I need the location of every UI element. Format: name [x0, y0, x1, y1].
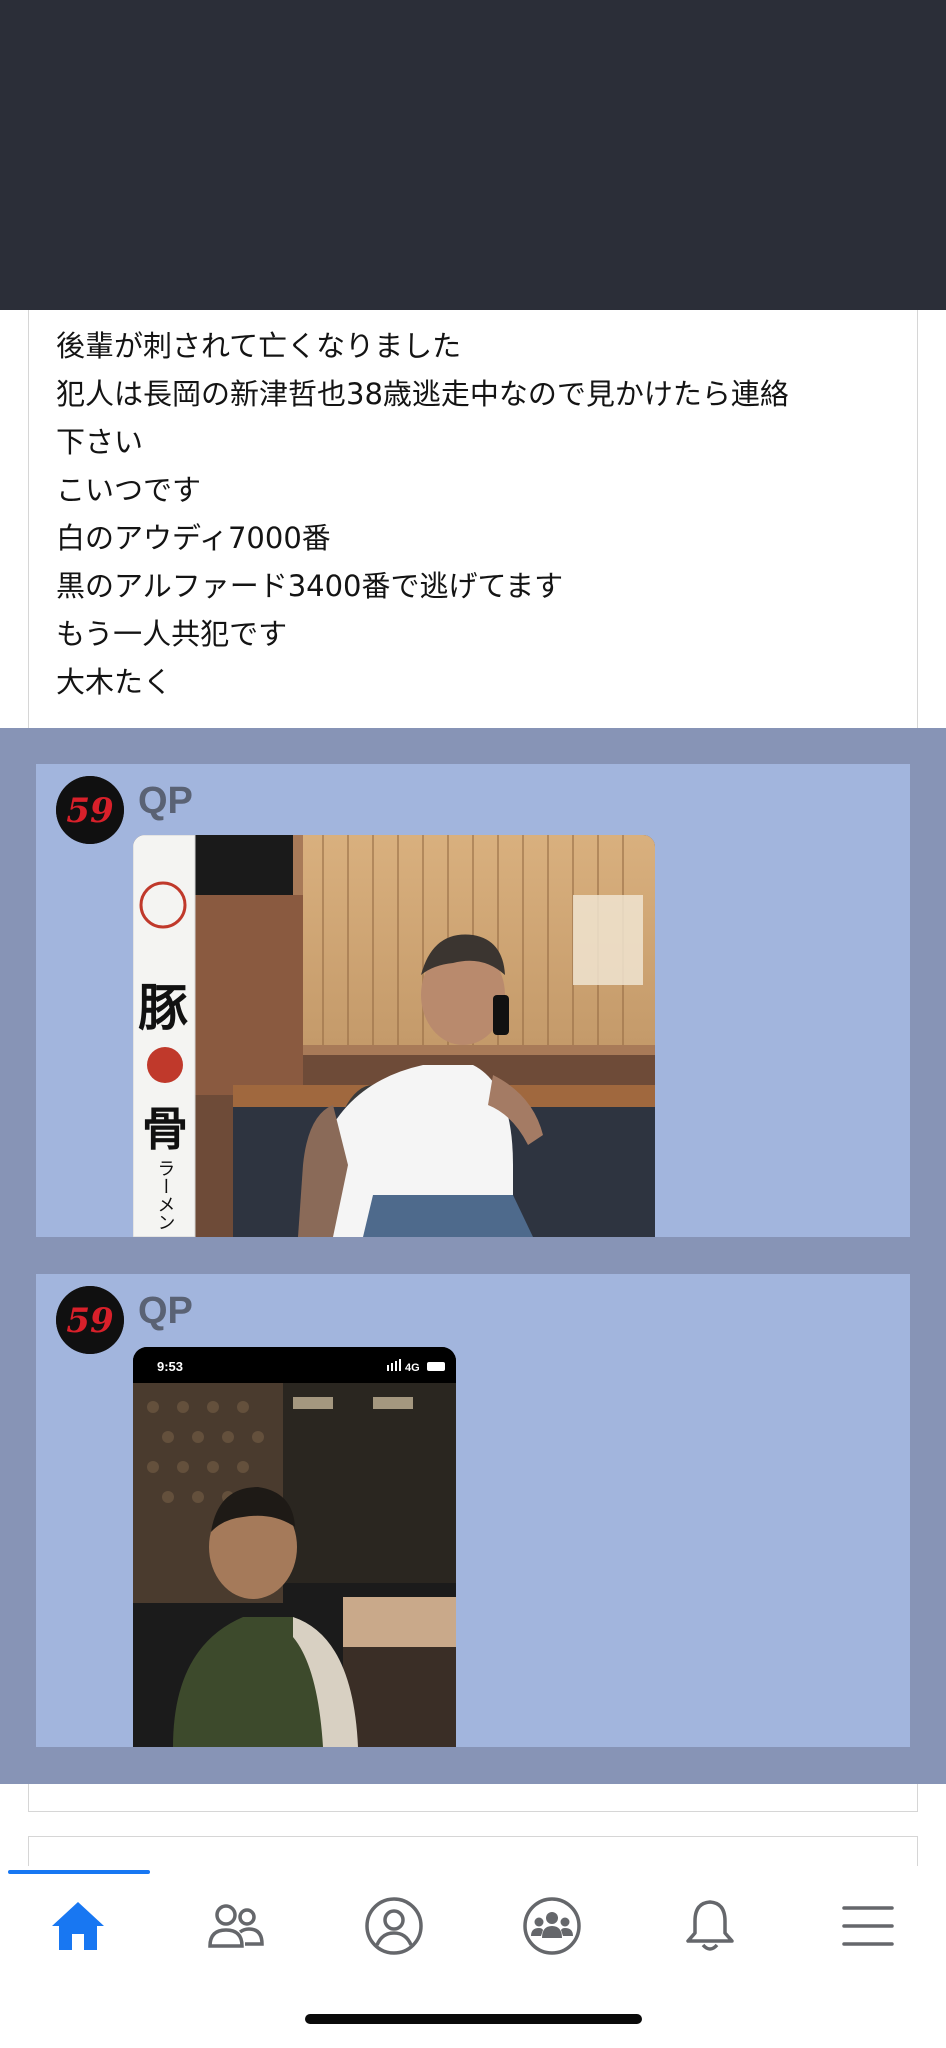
post-line: もう一人共犯です: [56, 617, 288, 651]
phone-status-time: 9:53: [157, 1359, 183, 1374]
post-line: 白のアウディ7000番: [56, 521, 331, 555]
tab-menu[interactable]: [818, 1886, 918, 1966]
post-line: 大木たく: [56, 665, 173, 699]
avatar[interactable]: 59: [56, 1286, 124, 1354]
tab-home[interactable]: [28, 1886, 128, 1966]
message-photo[interactable]: 豚 骨 ラーメン: [133, 835, 655, 1237]
tab-friends[interactable]: [186, 1886, 286, 1966]
tab-notifications[interactable]: [660, 1886, 760, 1966]
active-tab-indicator: [8, 1870, 150, 1874]
sign-char-2: 骨: [142, 1102, 188, 1156]
next-post-card: [28, 1784, 918, 1812]
bottom-tab-bar: [0, 1866, 946, 2048]
post-line: 下さい: [56, 425, 144, 459]
home-indicator[interactable]: [305, 2014, 642, 2024]
bell-icon: [686, 1900, 734, 1951]
next-post-card: [28, 1836, 918, 1866]
sign-char-1: 豚: [138, 978, 188, 1037]
menu-icon: [842, 1906, 894, 1946]
post-line: 黒のアルファード3400番で逃げてます: [56, 569, 564, 603]
embedded-chat-screenshot[interactable]: 59 QP 豚 骨 ラーメン 59 QP 9:53 4G: [0, 728, 946, 1784]
post-line: こいつです: [56, 473, 202, 507]
chat-message: 59 QP 豚 骨 ラーメン: [36, 764, 910, 1237]
friends-icon: [208, 1904, 264, 1948]
top-dark-banner: [0, 0, 946, 310]
home-icon: [52, 1902, 104, 1950]
post-text: 後輩が刺されて亡くなりました 犯人は長岡の新津哲也38歳逃走中なので見かけたら連…: [56, 322, 896, 706]
avatar-logo-text: 59: [66, 1301, 113, 1341]
sign-char-3: ラーメン: [155, 1159, 176, 1231]
tab-profile[interactable]: [344, 1886, 444, 1966]
chat-message: 59 QP 9:53 4G: [36, 1274, 910, 1747]
profile-icon: [365, 1897, 423, 1955]
phone-status-network: 4G: [405, 1362, 420, 1374]
tab-groups[interactable]: [502, 1886, 602, 1966]
post-line: 犯人は長岡の新津哲也38歳逃走中なので見かけたら連絡: [56, 377, 789, 411]
groups-icon: [523, 1897, 581, 1955]
post-line: 後輩が刺されて亡くなりました: [56, 329, 462, 363]
sender-name: QP: [138, 1290, 193, 1332]
sender-name: QP: [138, 780, 193, 822]
avatar-logo-text: 59: [66, 791, 113, 831]
message-photo[interactable]: 9:53 4G: [133, 1347, 456, 1747]
avatar[interactable]: 59: [56, 776, 124, 844]
